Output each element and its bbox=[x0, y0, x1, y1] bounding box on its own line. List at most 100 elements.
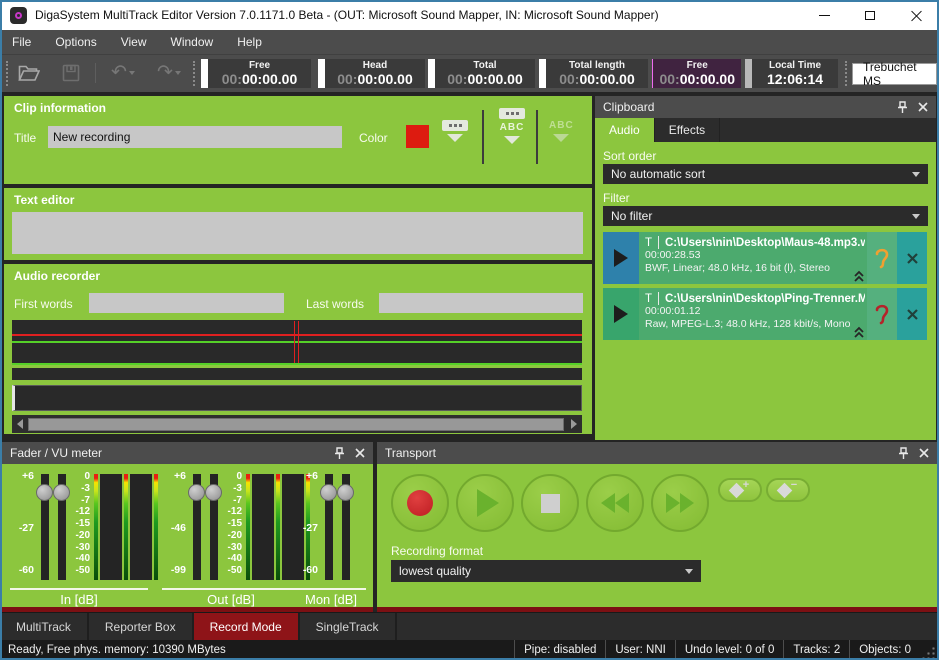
play-button[interactable] bbox=[603, 232, 639, 284]
sort-order-select[interactable]: No automatic sort bbox=[603, 164, 928, 184]
filter-select[interactable]: No filter bbox=[603, 206, 928, 226]
font-selector[interactable]: Trebuchet MS bbox=[852, 63, 937, 85]
display-value: 00:00:00.00 bbox=[222, 72, 298, 87]
menu-options[interactable]: Options bbox=[43, 30, 108, 55]
close-icon[interactable] bbox=[918, 102, 928, 112]
minimize-button[interactable] bbox=[801, 0, 847, 30]
entry-body[interactable]: T C:\Users\nin\Desktop\Ping-Trenner.MP3 … bbox=[639, 288, 867, 340]
entry-path: C:\Users\nin\Desktop\Ping-Trenner.MP3 bbox=[665, 293, 865, 305]
playback-cursor[interactable] bbox=[294, 321, 299, 363]
scroll-left-button[interactable] bbox=[12, 415, 28, 433]
group-underline bbox=[10, 588, 148, 590]
prelisten-button[interactable] bbox=[867, 288, 897, 340]
redo-icon: ↷ bbox=[157, 63, 173, 83]
text-editor-area[interactable] bbox=[12, 212, 583, 254]
first-words-input[interactable] bbox=[89, 293, 284, 313]
close-icon[interactable] bbox=[919, 448, 929, 458]
transport-header: Transport bbox=[377, 442, 937, 464]
text-style-button[interactable]: ABC bbox=[499, 108, 525, 144]
remove-entry-button[interactable] bbox=[897, 232, 927, 284]
tab-singletrack[interactable]: SingleTrack bbox=[300, 613, 397, 640]
close-icon bbox=[911, 10, 922, 21]
menu-view[interactable]: View bbox=[109, 30, 159, 55]
prelisten-button[interactable] bbox=[867, 232, 897, 284]
overview-box[interactable] bbox=[12, 385, 582, 411]
add-marker-button[interactable]: + bbox=[718, 478, 762, 502]
close-button[interactable] bbox=[893, 0, 939, 30]
title-label: Title bbox=[14, 131, 36, 145]
time-display-head: Head 00:00:00.00 bbox=[318, 59, 425, 88]
play-icon bbox=[614, 305, 628, 323]
record-button[interactable] bbox=[391, 474, 449, 532]
stop-button[interactable] bbox=[521, 474, 579, 532]
pin-icon[interactable] bbox=[334, 447, 345, 460]
toolbar-grip-3[interactable] bbox=[845, 61, 848, 86]
spellcheck-button[interactable]: ABC bbox=[549, 120, 574, 142]
play-button[interactable] bbox=[603, 288, 639, 340]
close-icon[interactable] bbox=[355, 448, 365, 458]
save-button[interactable] bbox=[58, 60, 84, 86]
ear-icon bbox=[874, 247, 890, 269]
fader-knob[interactable] bbox=[36, 484, 53, 501]
undo-button[interactable]: ↶ bbox=[104, 60, 142, 86]
time-display-free: Free 00:00:00.00 bbox=[201, 59, 311, 88]
recording-format-select[interactable]: lowest quality bbox=[391, 560, 701, 582]
save-icon bbox=[62, 64, 80, 82]
clipboard-entry[interactable]: T C:\Users\nin\Desktop\Ping-Trenner.MP3 … bbox=[603, 288, 927, 340]
redo-button[interactable]: ↷ bbox=[150, 60, 188, 86]
pin-icon[interactable] bbox=[897, 101, 908, 114]
open-button[interactable] bbox=[16, 60, 42, 86]
toolbar-grip-2[interactable] bbox=[193, 61, 196, 86]
clipboard-panel: Clipboard Audio Effects Sort order No au… bbox=[595, 96, 936, 440]
collapse-chevrons-icon[interactable] bbox=[853, 270, 865, 282]
panel-title: Clipboard bbox=[603, 100, 654, 114]
entry-path: C:\Users\nin\Desktop\Maus-48.mp3.wav bbox=[665, 237, 865, 249]
color-swatch-button[interactable] bbox=[406, 125, 429, 148]
entry-body[interactable]: T C:\Users\nin\Desktop\Maus-48.mp3.wav 0… bbox=[639, 232, 867, 284]
fader-mark: -99 bbox=[160, 564, 186, 576]
mode-tab-bar: MultiTrack Reporter Box Record Mode Sing… bbox=[0, 612, 939, 640]
fader-knob[interactable] bbox=[320, 484, 337, 501]
maximize-button[interactable] bbox=[847, 0, 893, 30]
title-input[interactable] bbox=[48, 126, 342, 148]
rewind-button[interactable] bbox=[586, 474, 644, 532]
clipboard-entry[interactable]: T C:\Users\nin\Desktop\Maus-48.mp3.wav 0… bbox=[603, 232, 927, 284]
fast-forward-button[interactable] bbox=[651, 474, 709, 532]
play-button[interactable] bbox=[456, 474, 514, 532]
fader-knob[interactable] bbox=[337, 484, 354, 501]
remove-entry-button[interactable] bbox=[897, 288, 927, 340]
arrow-right-icon bbox=[571, 419, 577, 429]
group-underline bbox=[162, 588, 300, 590]
chevron-down-icon bbox=[685, 569, 693, 574]
play-icon bbox=[614, 249, 628, 267]
chevron-down-icon bbox=[912, 214, 920, 219]
tab-reporter-box[interactable]: Reporter Box bbox=[89, 613, 194, 640]
fader-knob[interactable] bbox=[188, 484, 205, 501]
tab-multitrack[interactable]: MultiTrack bbox=[0, 613, 89, 640]
horizontal-scrollbar[interactable] bbox=[12, 415, 582, 433]
ear-icon bbox=[874, 303, 890, 325]
tab-audio[interactable]: Audio bbox=[595, 118, 655, 142]
collapse-chevrons-icon[interactable] bbox=[853, 326, 865, 338]
menu-file[interactable]: File bbox=[0, 30, 43, 55]
scrollbar-thumb[interactable] bbox=[28, 418, 564, 431]
pin-icon[interactable] bbox=[898, 447, 909, 460]
scroll-right-button[interactable] bbox=[566, 415, 582, 433]
vu-gradient bbox=[94, 474, 98, 580]
last-words-input[interactable] bbox=[379, 293, 583, 313]
clip-information-panel: Clip information Title Color ABC ABC bbox=[4, 96, 592, 184]
resize-grip[interactable] bbox=[922, 645, 936, 659]
rewind-icon bbox=[601, 493, 629, 513]
menu-window[interactable]: Window bbox=[159, 30, 226, 55]
color-picker-button[interactable] bbox=[442, 120, 468, 142]
remove-marker-button[interactable]: − bbox=[766, 478, 810, 502]
tab-record-mode[interactable]: Record Mode bbox=[194, 613, 300, 640]
time-display-free-2: Free 00:00:00.00 bbox=[652, 59, 741, 88]
fader-vu-panel: Fader / VU meter +6 -27 -60 0-3-7 -12-15… bbox=[2, 442, 373, 612]
menu-help[interactable]: Help bbox=[225, 30, 274, 55]
divider bbox=[658, 292, 659, 305]
entry-format: Raw, MPEG-L.3; 48.0 kHz, 128 kbit/s, Mon… bbox=[645, 318, 865, 331]
tab-effects[interactable]: Effects bbox=[655, 118, 720, 142]
toolbar-grip[interactable] bbox=[6, 61, 9, 86]
close-icon bbox=[906, 308, 919, 321]
